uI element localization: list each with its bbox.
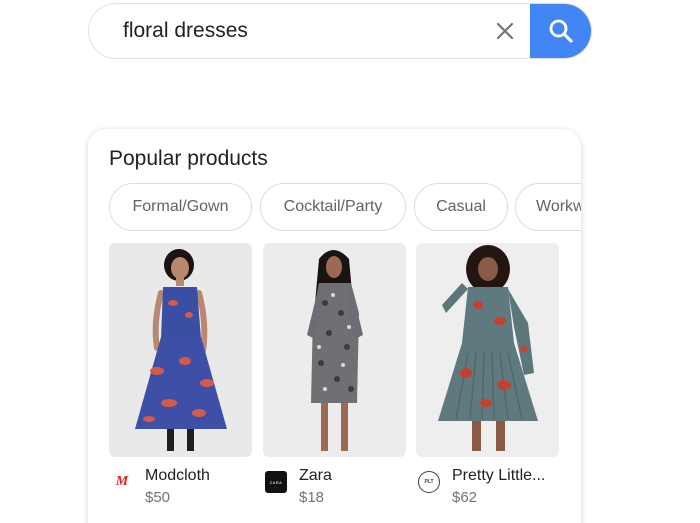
price: $18 (299, 489, 325, 506)
clear-search-button[interactable] (489, 15, 521, 47)
chip-workwear[interactable]: Workw (515, 183, 581, 231)
product-card-modcloth[interactable]: M Modcloth $50 (109, 243, 252, 507)
product-image[interactable] (263, 243, 406, 457)
search-bar (88, 3, 592, 59)
merchant-name: Modcloth (145, 467, 210, 484)
product-image[interactable] (109, 243, 252, 457)
merchant-name: Pretty Little... (452, 467, 546, 484)
chip-casual[interactable]: Casual (414, 183, 508, 231)
price: $50 (145, 489, 171, 506)
popular-products-title: Popular products (109, 147, 268, 170)
page: Popular products Formal/Gown Cocktail/Pa… (0, 0, 700, 523)
product-card-prettylittlething[interactable]: PLT Pretty Little... $62 (416, 243, 559, 507)
popular-products-card: Popular products Formal/Gown Cocktail/Pa… (88, 129, 581, 523)
price: $62 (452, 489, 478, 506)
zara-logo-icon: ZARA (265, 471, 287, 493)
prettylittlething-logo-icon: PLT (418, 471, 440, 493)
merchant-row: ZARA Zara $18 (263, 457, 406, 507)
product-image[interactable] (416, 243, 559, 457)
search-input[interactable] (123, 4, 483, 58)
chip-cocktail-party[interactable]: Cocktail/Party (260, 183, 406, 231)
search-icon (549, 19, 573, 43)
chip-formal-gown[interactable]: Formal/Gown (109, 183, 252, 231)
product-card-zara[interactable]: ZARA Zara $18 (263, 243, 406, 507)
merchant-name: Zara (299, 467, 332, 484)
merchant-row: PLT Pretty Little... $62 (416, 457, 559, 507)
close-icon (496, 22, 514, 40)
search-button[interactable] (530, 4, 591, 58)
merchant-row: M Modcloth $50 (109, 457, 252, 507)
modcloth-logo-icon: M (115, 474, 129, 489)
